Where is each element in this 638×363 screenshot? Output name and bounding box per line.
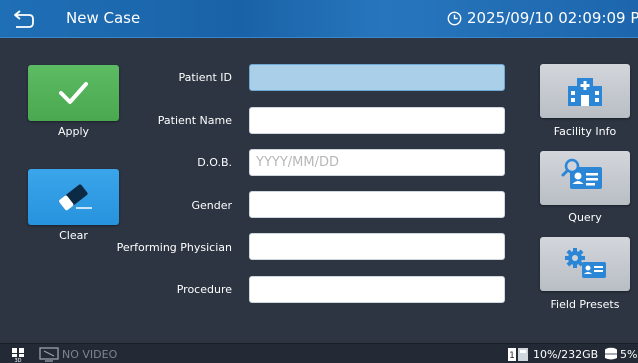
- checkmark-icon: [59, 82, 88, 104]
- svg-text:3D: 3D: [14, 358, 21, 362]
- apply-label: Apply: [57, 125, 90, 138]
- clear-label: Clear: [59, 229, 88, 242]
- dob-label: D.O.B.: [197, 156, 232, 169]
- apply-button[interactable]: [28, 65, 119, 121]
- no-video-status: NO VIDEO: [62, 348, 118, 361]
- patient-id-label: Patient ID: [178, 71, 232, 84]
- storage-slot-icon: 1: [508, 348, 528, 361]
- facility-info-label: Facility Info: [553, 125, 617, 138]
- hospital-icon: [568, 78, 602, 106]
- field-presets-label: Field Presets: [550, 298, 620, 311]
- patient-name-input[interactable]: [249, 107, 505, 134]
- eraser-icon: [59, 184, 92, 211]
- field-presets-button[interactable]: [540, 237, 630, 291]
- datetime-display: 2025/09/10 02:09:09 PM: [467, 9, 638, 27]
- performing-physician-input[interactable]: [249, 233, 505, 260]
- query-label: Query: [568, 211, 602, 224]
- id-card-search-icon: [561, 158, 602, 189]
- performing-physician-label: Performing Physician: [116, 241, 232, 254]
- facility-info-button[interactable]: [540, 64, 630, 118]
- database-usage: 5%: [620, 348, 638, 361]
- dob-input[interactable]: [249, 149, 505, 176]
- monitor-off-icon: [39, 347, 59, 362]
- back-button[interactable]: [12, 9, 36, 29]
- storage-slot-number: 1: [509, 351, 515, 361]
- status-bar: 3D NO VIDEO 1 10%/232GB 5%: [0, 343, 638, 363]
- header-bar: New Case 2025/09/10 02:09:09 PM: [0, 0, 638, 38]
- storage-usage: 10%/232GB: [533, 348, 599, 361]
- gender-label: Gender: [191, 199, 232, 212]
- procedure-input[interactable]: [249, 276, 505, 303]
- clock-icon: [447, 11, 462, 26]
- clear-button[interactable]: [28, 169, 119, 225]
- gear-card-icon: [565, 248, 606, 278]
- procedure-label: Procedure: [176, 283, 232, 296]
- gender-input[interactable]: [249, 191, 505, 218]
- patient-name-label: Patient Name: [157, 114, 232, 127]
- grid-3d-icon: 3D: [12, 348, 24, 362]
- back-arrow-icon: [14, 10, 34, 28]
- query-button[interactable]: [540, 151, 630, 205]
- database-icon: [605, 347, 617, 360]
- patient-id-input[interactable]: [249, 64, 505, 91]
- page-title: New Case: [66, 9, 141, 27]
